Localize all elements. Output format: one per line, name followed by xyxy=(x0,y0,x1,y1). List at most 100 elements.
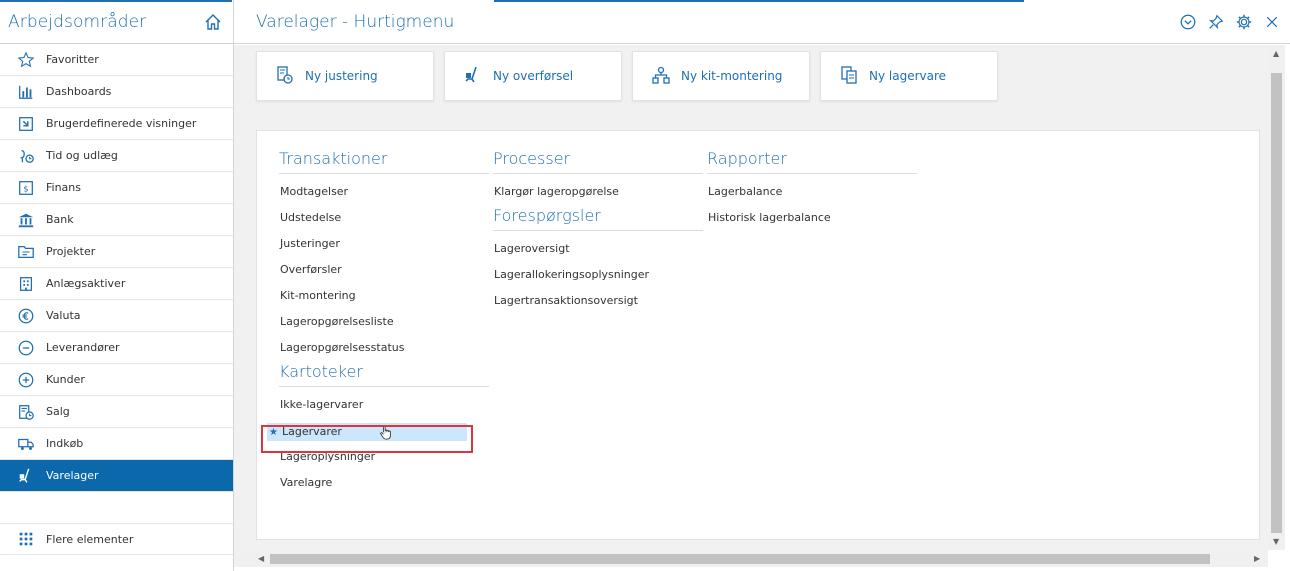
sidebar-item-label: Brugerdefinerede visninger xyxy=(46,117,197,130)
section-title-forespoergsler: Forespørgsler xyxy=(493,206,703,231)
link-lagerbalance[interactable]: Lagerbalance xyxy=(707,184,917,210)
sidebar-item-label: Bank xyxy=(46,213,74,226)
sidebar-item-tid-og-udlaeg[interactable]: Tid og udlæg xyxy=(0,140,233,172)
tile-label: Ny kit-montering xyxy=(681,69,783,83)
sidebar-item-favoritter[interactable]: Favoritter xyxy=(0,44,233,76)
link-lageroversigt[interactable]: Lageroversigt xyxy=(493,241,703,267)
projects-icon xyxy=(16,242,36,262)
link-lageropgoerelsesstatus[interactable]: Lageropgørelsesstatus xyxy=(279,340,489,360)
sidebar-item-varelager[interactable]: Varelager xyxy=(0,460,233,492)
vertical-scrollbar-thumb[interactable] xyxy=(1271,73,1282,533)
new-transfer-tile[interactable]: Ny overførsel xyxy=(444,51,622,101)
sidebar-item-label: Leverandører xyxy=(46,341,120,354)
header-actions xyxy=(1178,12,1290,32)
page-title: Varelager - Hurtigmenu xyxy=(256,11,455,32)
section-title-processer: Processer xyxy=(493,149,703,174)
sidebar-item-label: Valuta xyxy=(46,309,81,322)
euro-icon xyxy=(16,306,36,326)
sidebar-item-kunder[interactable]: Kunder xyxy=(0,364,233,396)
transfer-icon xyxy=(463,65,493,88)
new-adjustment-tile[interactable]: Ny justering xyxy=(256,51,434,101)
tile-label: Ny lagervare xyxy=(869,69,947,83)
sidebar-item-label: Finans xyxy=(46,181,81,194)
sidebar-item-dashboards[interactable]: Dashboards xyxy=(0,76,233,108)
minus-circle-icon xyxy=(16,338,36,358)
sidebar-item-label: Kunder xyxy=(46,373,85,386)
link-udstedelse[interactable]: Udstedelse xyxy=(279,210,489,236)
time-expense-icon xyxy=(16,146,36,166)
link-modtagelser[interactable]: Modtagelser xyxy=(279,184,489,210)
link-overfoersler[interactable]: Overførsler xyxy=(279,262,489,288)
link-kit-montering[interactable]: Kit-montering xyxy=(279,288,489,314)
sidebar-item-label: Projekter xyxy=(46,245,96,258)
sidebar-item-finans[interactable]: $ Finans xyxy=(0,172,233,204)
sidebar-item-anlaegsaktiver[interactable]: Anlægsaktiver xyxy=(0,268,233,300)
horizontal-scrollbar[interactable]: ◀ ▶ xyxy=(234,550,1268,567)
scroll-up-arrow-icon[interactable]: ▲ xyxy=(1273,49,1279,58)
kit-assembly-icon xyxy=(651,65,681,88)
inventory-icon xyxy=(16,466,36,486)
section-title-kartoteker: Kartoteker xyxy=(279,362,489,387)
bar-chart-icon xyxy=(16,82,36,102)
gear-icon[interactable] xyxy=(1234,12,1254,32)
svg-text:$: $ xyxy=(23,183,28,193)
sidebar: Arbejdsområder Favoritter Dashboards Bru… xyxy=(0,0,234,571)
sales-icon xyxy=(16,402,36,422)
sidebar-title: Arbejdsområder xyxy=(8,11,147,32)
new-stock-item-tile[interactable]: Ny lagervare xyxy=(820,51,998,101)
main-header: Varelager - Hurtigmenu xyxy=(234,0,1290,44)
finance-icon: $ xyxy=(16,178,36,198)
scroll-right-arrow-icon[interactable]: ▶ xyxy=(1254,554,1260,563)
column-processer: Processer Klargør lageropgørelse Forespø… xyxy=(493,147,703,319)
quick-action-tiles: Ny justering Ny overførsel Ny kit-monter… xyxy=(256,51,998,101)
home-icon[interactable] xyxy=(203,12,223,32)
highlight-box xyxy=(261,425,473,453)
sidebar-item-projekter[interactable]: Projekter xyxy=(0,236,233,268)
section-title-transaktioner: Transaktioner xyxy=(279,149,489,174)
horizontal-scrollbar-thumb[interactable] xyxy=(270,554,1210,564)
section-title-rapporter: Rapporter xyxy=(707,149,917,174)
link-justeringer[interactable]: Justeringer xyxy=(279,236,489,262)
link-lagertransaktionsoversigt[interactable]: Lagertransaktionsoversigt xyxy=(493,293,703,319)
sidebar-item-label: Favoritter xyxy=(46,53,99,66)
more-elements-button[interactable]: Flere elementer xyxy=(0,523,233,555)
sidebar-item-label: Anlægsaktiver xyxy=(46,277,126,290)
sidebar-item-leverandoerer[interactable]: Leverandører xyxy=(0,332,233,364)
bank-icon xyxy=(16,210,36,230)
link-varelagre[interactable]: Varelagre xyxy=(279,475,489,501)
new-kit-assembly-tile[interactable]: Ny kit-montering xyxy=(632,51,810,101)
stock-item-icon xyxy=(839,65,869,88)
fixed-assets-icon xyxy=(16,274,36,294)
scroll-left-arrow-icon[interactable]: ◀ xyxy=(258,554,264,563)
scroll-down-arrow-icon[interactable]: ▼ xyxy=(1273,537,1279,546)
tile-label: Ny overførsel xyxy=(493,69,574,83)
sidebar-item-label: Tid og udlæg xyxy=(46,149,118,162)
sidebar-item-brugerdefinerede-visninger[interactable]: Brugerdefinerede visninger xyxy=(0,108,233,140)
sidebar-item-indkoeb[interactable]: Indkøb xyxy=(0,428,233,460)
sidebar-item-label: Indkøb xyxy=(46,437,84,450)
link-historisk-lagerbalance[interactable]: Historisk lagerbalance xyxy=(707,210,917,236)
purchase-truck-icon xyxy=(16,434,36,454)
tile-label: Ny justering xyxy=(305,69,378,83)
link-klargoer-lageropgoerelse[interactable]: Klargør lageropgørelse xyxy=(493,184,703,204)
sidebar-item-bank[interactable]: Bank xyxy=(0,204,233,236)
link-lagerallokeringsoplysninger[interactable]: Lagerallokeringsoplysninger xyxy=(493,267,703,293)
chevron-down-circle-icon[interactable] xyxy=(1178,12,1198,32)
grid-dots-icon xyxy=(16,529,36,549)
link-ikke-lagervarer[interactable]: Ikke-lagervarer xyxy=(279,397,489,423)
sidebar-item-label: Varelager xyxy=(46,469,99,482)
column-rapporter: Rapporter Lagerbalance Historisk lagerba… xyxy=(707,147,917,236)
plus-circle-icon xyxy=(16,370,36,390)
pin-icon[interactable] xyxy=(1206,12,1226,32)
link-lageropgoerelsesliste[interactable]: Lageropgørelsesliste xyxy=(279,314,489,340)
sidebar-item-valuta[interactable]: Valuta xyxy=(0,300,233,332)
close-icon[interactable] xyxy=(1262,12,1282,32)
vertical-scrollbar[interactable]: ▲ ▼ xyxy=(1268,45,1285,550)
sidebar-item-label: Salg xyxy=(46,405,70,418)
sidebar-item-label: Dashboards xyxy=(46,85,112,98)
star-icon xyxy=(16,50,36,70)
sidebar-header: Arbejdsområder xyxy=(0,0,233,44)
custom-view-icon xyxy=(16,114,36,134)
quick-menu-panel: Transaktioner Modtagelser Udstedelse Jus… xyxy=(256,130,1260,540)
sidebar-item-salg[interactable]: Salg xyxy=(0,396,233,428)
